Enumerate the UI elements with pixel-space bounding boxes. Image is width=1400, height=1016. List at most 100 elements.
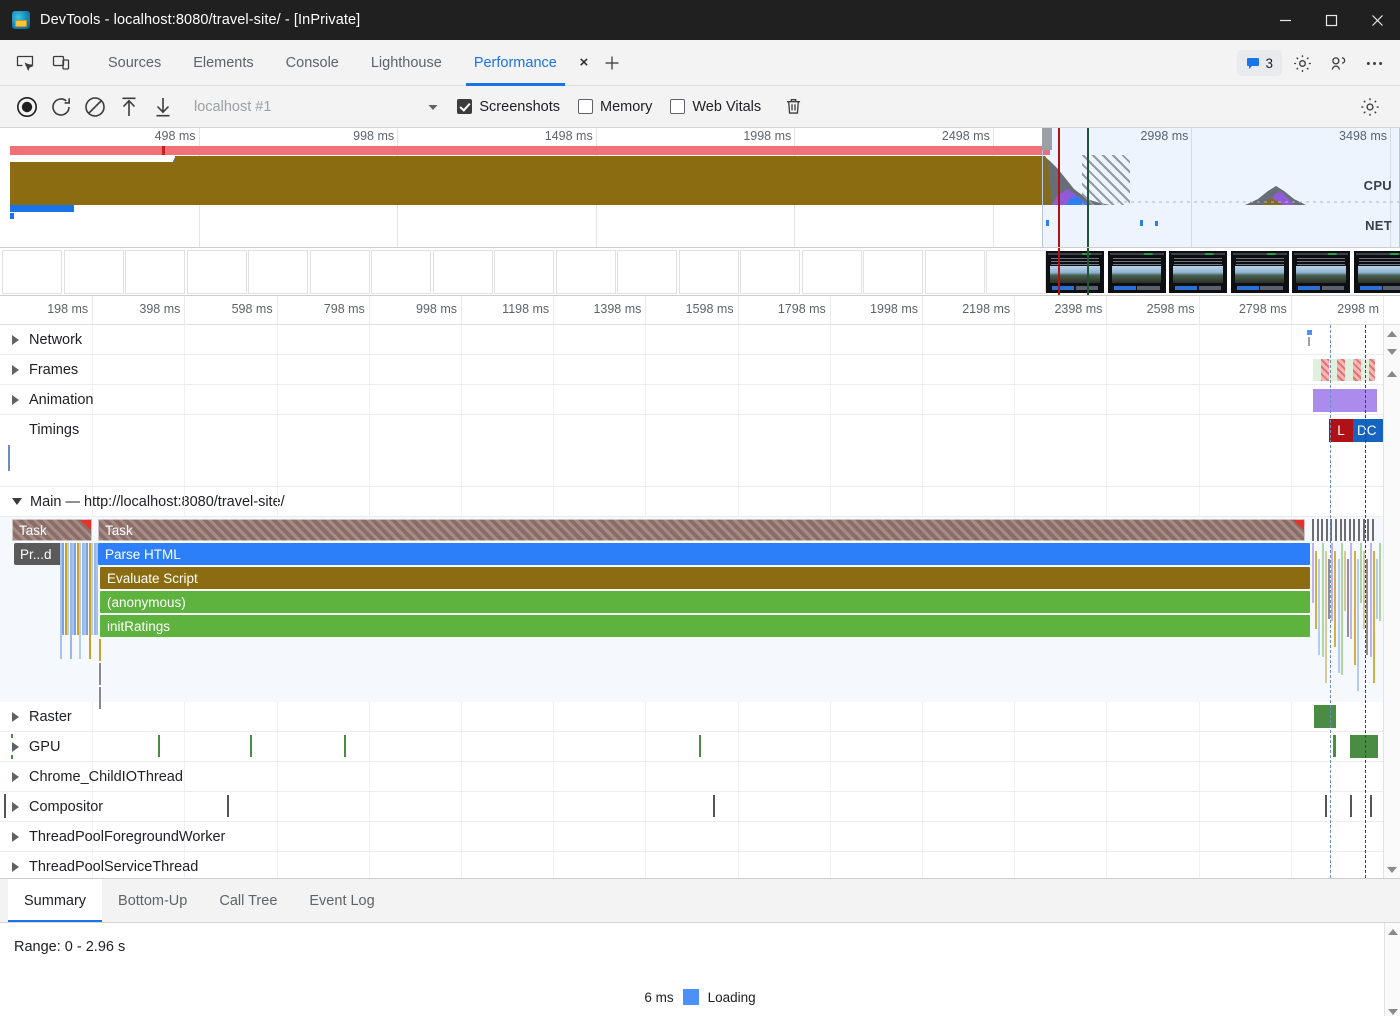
flame-bar-evaluate-script[interactable]: Evaluate Script	[100, 567, 1310, 589]
checkbox-box[interactable]	[457, 99, 472, 114]
flame-bar-init-ratings[interactable]: initRatings	[100, 615, 1310, 637]
settings-gear-icon[interactable]	[1286, 48, 1318, 78]
tracks-scrollbar[interactable]	[1383, 325, 1400, 878]
scroll-bottom-icon[interactable]	[1384, 861, 1400, 878]
filmstrip-thumbnail[interactable]	[1169, 251, 1227, 293]
track-threadpool-foreground-worker[interactable]: ThreadPoolForegroundWorker	[0, 822, 1400, 852]
filmstrip-cell[interactable]	[925, 250, 985, 294]
device-toolbar-icon[interactable]	[44, 48, 78, 78]
filmstrip-cell[interactable]	[310, 250, 370, 294]
filmstrip-cell[interactable]	[679, 250, 739, 294]
close-icon[interactable]	[1354, 0, 1400, 40]
checkbox-box[interactable]	[578, 99, 593, 114]
overview-selection-window[interactable]	[1042, 128, 1400, 247]
expand-arrow-icon[interactable]	[12, 395, 21, 405]
expand-arrow-icon[interactable]	[12, 862, 21, 872]
filmstrip-cell[interactable]	[986, 250, 1046, 294]
scroll-down-icon[interactable]	[1384, 343, 1400, 360]
tab-elements[interactable]: Elements	[177, 40, 269, 86]
close-tab-icon[interactable]: ×	[573, 40, 595, 86]
minimize-icon[interactable]	[1262, 0, 1308, 40]
customize-icon[interactable]	[1322, 48, 1354, 78]
expand-arrow-icon[interactable]	[12, 802, 21, 812]
save-profile-icon[interactable]	[146, 91, 180, 123]
expand-arrow-icon[interactable]	[12, 335, 21, 345]
scroll-up-icon[interactable]	[1384, 325, 1400, 342]
scroll-thumb-top-icon[interactable]	[1384, 365, 1400, 382]
tab-call-tree[interactable]: Call Tree	[203, 879, 293, 922]
load-profile-icon[interactable]	[112, 91, 146, 123]
filmstrip-thumbnail[interactable]	[1292, 251, 1350, 293]
flame-bar-task-left[interactable]: Task	[12, 519, 92, 541]
filmstrip-thumbnail[interactable]	[1231, 251, 1289, 293]
filmstrip-cell[interactable]	[248, 250, 308, 294]
expand-arrow-icon[interactable]	[12, 712, 21, 722]
filmstrip-cell[interactable]	[740, 250, 800, 294]
tab-lighthouse[interactable]: Lighthouse	[355, 40, 458, 86]
expand-arrow-icon[interactable]	[12, 742, 21, 752]
track-gpu[interactable]: GPU	[0, 732, 1400, 762]
flame-bar-anonymous[interactable]: (anonymous)	[100, 591, 1310, 613]
filmstrip-cell[interactable]	[494, 250, 554, 294]
track-frames[interactable]: Frames	[0, 355, 1400, 385]
tab-summary[interactable]: Summary	[8, 879, 102, 922]
filmstrip-cell[interactable]	[863, 250, 923, 294]
clear-icon[interactable]	[78, 91, 112, 123]
track-chrome-childiothread[interactable]: Chrome_ChildIOThread	[0, 762, 1400, 792]
filmstrip-track[interactable]	[0, 248, 1400, 296]
filmstrip-thumbnail[interactable]	[1108, 251, 1166, 293]
scroll-up-icon[interactable]	[1385, 923, 1400, 940]
more-options-icon[interactable]	[1358, 48, 1390, 78]
track-raster[interactable]: Raster	[0, 702, 1400, 732]
checkbox-memory[interactable]: Memory	[578, 99, 652, 115]
summary-scrollbar[interactable]	[1384, 923, 1400, 1016]
filmstrip-cell[interactable]	[125, 250, 185, 294]
checkbox-screenshots[interactable]: Screenshots	[457, 99, 560, 115]
timing-marker-DCL[interactable]: DC	[1353, 419, 1383, 442]
overview-selection-handle-left[interactable]	[1042, 128, 1052, 150]
add-panel-icon[interactable]	[595, 40, 629, 86]
checkbox-web-vitals[interactable]: Web Vitals	[670, 99, 761, 115]
checkbox-box[interactable]	[670, 99, 685, 114]
chevron-down-icon[interactable]	[421, 91, 445, 123]
filmstrip-cell[interactable]	[64, 250, 124, 294]
track-threadpool-service-thread[interactable]: ThreadPoolServiceThread	[0, 852, 1400, 879]
track-timings[interactable]: Timings L DC	[0, 415, 1400, 445]
tab-event-log[interactable]: Event Log	[293, 879, 390, 922]
expand-arrow-icon[interactable]	[12, 365, 21, 375]
expand-arrow-icon[interactable]	[12, 832, 21, 842]
scroll-down-icon[interactable]	[1385, 1003, 1400, 1016]
flame-bar-pre-paint[interactable]: Pr...d	[14, 543, 62, 565]
reload-and-record-icon[interactable]	[44, 91, 78, 123]
filmstrip-cell[interactable]	[2, 250, 62, 294]
timeline-overview[interactable]: 498 ms998 ms1498 ms1998 ms2498 ms2998 ms…	[0, 128, 1400, 248]
delete-icon[interactable]	[777, 91, 809, 123]
track-compositor[interactable]: Compositor	[0, 792, 1400, 822]
filmstrip-cell[interactable]	[617, 250, 677, 294]
main-flame-chart[interactable]: Task Task Pr...d Parse HTML Evaluate Scr…	[0, 517, 1400, 702]
filmstrip-cell[interactable]	[433, 250, 493, 294]
issues-counter-button[interactable]: 3	[1237, 50, 1282, 76]
flame-bar-task-main[interactable]: Task	[98, 519, 1305, 541]
inspect-element-icon[interactable]	[8, 48, 42, 78]
collapse-arrow-icon[interactable]	[12, 498, 22, 505]
filmstrip-cell[interactable]	[802, 250, 862, 294]
record-icon[interactable]	[10, 91, 44, 123]
filmstrip-cell[interactable]	[187, 250, 247, 294]
tab-console[interactable]: Console	[270, 40, 355, 86]
track-network[interactable]: Network	[0, 325, 1400, 355]
track-animation[interactable]: Animation	[0, 385, 1400, 415]
tab-sources[interactable]: Sources	[92, 40, 177, 86]
tab-performance[interactable]: Performance	[458, 40, 573, 86]
capture-settings-icon[interactable]	[1354, 92, 1386, 122]
expand-arrow-icon[interactable]	[12, 772, 21, 782]
flame-bar-parse-html[interactable]: Parse HTML	[98, 543, 1310, 565]
timeline-tracks[interactable]: Network Frames Animation Timings L DC Ma…	[0, 325, 1400, 879]
filmstrip-cell[interactable]	[371, 250, 431, 294]
track-main-header[interactable]: Main — http://localhost:8080/travel-site…	[0, 487, 1400, 517]
filmstrip-thumbnail[interactable]	[1354, 251, 1400, 293]
maximize-icon[interactable]	[1308, 0, 1354, 40]
timing-marker-L[interactable]: L	[1329, 419, 1353, 442]
tab-bottom-up[interactable]: Bottom-Up	[102, 879, 203, 922]
filmstrip-thumbnail[interactable]	[1046, 251, 1104, 293]
